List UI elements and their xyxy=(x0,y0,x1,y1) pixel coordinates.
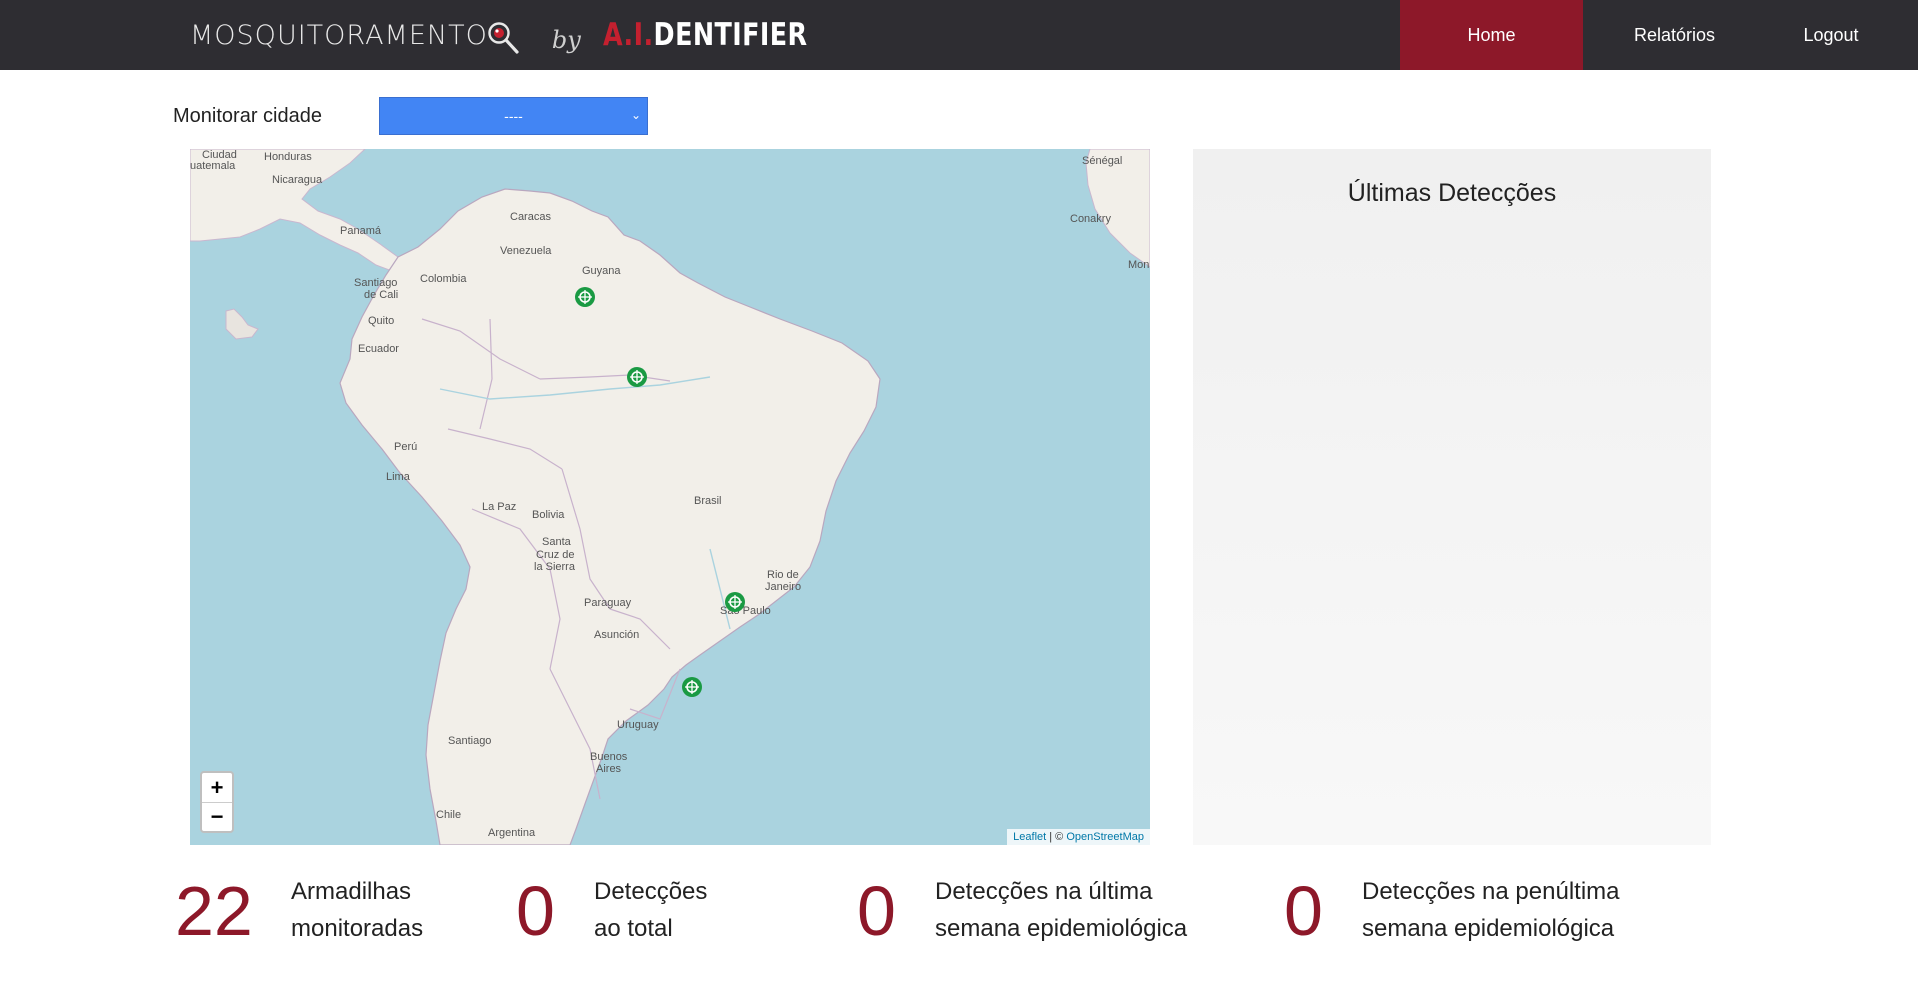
label-guyana: Guyana xyxy=(582,265,621,277)
brand-by: by xyxy=(551,26,581,54)
zoom-in-button[interactable]: + xyxy=(202,773,232,802)
label-chile: Chile xyxy=(436,809,462,821)
aidentifier-logo-red: A.I. xyxy=(602,17,654,53)
label-paraguay: Paraguay xyxy=(584,597,632,609)
stat-last-week-label-line1: Detecções na última xyxy=(935,878,1153,905)
label-lapaz: La Paz xyxy=(482,501,517,513)
label-brasil: Brasil xyxy=(694,495,722,507)
label-santacruz-1: Santa xyxy=(542,536,571,548)
label-rio-2: Janeiro xyxy=(765,581,802,593)
stat-penultimate-week-label: Detecções na penúltima semana epidemioló… xyxy=(1362,873,1619,947)
label-guatemala: uatemala xyxy=(190,160,236,172)
latest-detections-panel: Últimas Detecções xyxy=(1193,149,1711,845)
nav-home[interactable]: Home xyxy=(1400,0,1583,70)
label-nicaragua: Nicaragua xyxy=(272,174,323,186)
label-mon: Mon xyxy=(1128,259,1150,271)
label-santiago-cali-1: Santiago xyxy=(354,277,398,289)
stat-total-label-line2: ao total xyxy=(594,915,673,942)
map-labels: Ciudad uatemala Honduras Nicaragua Panam… xyxy=(190,149,1150,845)
stat-total-label-line1: Detecções xyxy=(594,878,708,905)
aidentifier-logo: A.I.DENTIFIER xyxy=(603,17,808,53)
label-rio-1: Rio de xyxy=(767,569,799,581)
city-filter-label: Monitorar cidade xyxy=(173,105,322,127)
label-honduras: Honduras xyxy=(264,151,312,163)
stat-last-week-label-line2: semana epidemiológica xyxy=(935,915,1188,942)
stat-traps-label-line1: Armadilhas xyxy=(291,878,412,905)
label-senegal: Sénégal xyxy=(1082,155,1123,167)
stat-penultimate-week-label-line1: Detecções na penúltima xyxy=(1362,878,1620,905)
leaflet-link[interactable]: Leaflet xyxy=(1013,831,1046,843)
label-caracas: Caracas xyxy=(510,211,551,223)
label-santiago: Santiago xyxy=(448,735,492,747)
stat-traps-label: Armadilhas monitoradas xyxy=(291,873,423,947)
label-bolivia: Bolivia xyxy=(532,509,565,521)
aidentifier-logo-white: DENTIFIER xyxy=(653,17,808,53)
navbar: MOSQUITORAMENTO by A.I.DENTIFIER Home Re… xyxy=(0,0,1918,70)
label-colombia: Colombia xyxy=(420,273,467,285)
nav-logout[interactable]: Logout xyxy=(1766,0,1918,70)
map-attribution: Leaflet | © OpenStreetMap xyxy=(1007,829,1150,845)
nav-menu: Home Relatórios Logout xyxy=(1400,0,1918,70)
label-santacruz-2: Cruz de xyxy=(536,549,575,561)
label-saopaulo: São Paulo xyxy=(720,605,771,617)
city-select-value: ---- xyxy=(504,108,523,124)
stat-last-week-label: Detecções na última semana epidemiológic… xyxy=(935,873,1187,947)
label-buenosaires-1: Buenos xyxy=(590,751,628,763)
stat-traps-label-line2: monitoradas xyxy=(291,915,424,942)
label-buenosaires-2: Aires xyxy=(596,763,622,775)
stat-traps-value: 22 xyxy=(175,872,253,950)
magnifier-icon xyxy=(488,22,519,54)
brand-name: MOSQUITORAMENTO xyxy=(190,19,488,51)
label-panama: Panamá xyxy=(340,225,381,237)
label-venezuela: Venezuela xyxy=(500,245,552,257)
label-santacruz-3: la Sierra xyxy=(534,561,575,573)
stat-total-label: Detecções ao total xyxy=(594,873,707,947)
city-select[interactable]: ---- ⌄ xyxy=(379,97,648,135)
label-quito: Quito xyxy=(368,315,395,327)
stat-penultimate-week-label-line2: semana epidemiológica xyxy=(1362,915,1615,942)
openstreetmap-link[interactable]: OpenStreetMap xyxy=(1066,831,1144,843)
brand-logo[interactable]: MOSQUITORAMENTO by A.I.DENTIFIER xyxy=(190,12,852,58)
panel-title: Últimas Detecções xyxy=(1347,179,1557,207)
nav-relatorios[interactable]: Relatórios xyxy=(1583,0,1766,70)
label-santiago-cali-2: de Cali xyxy=(364,289,399,301)
label-argentina: Argentina xyxy=(488,827,536,839)
label-conakry: Conakry xyxy=(1070,213,1111,225)
label-uruguay: Uruguay xyxy=(617,719,659,731)
stat-penultimate-week-value: 0 xyxy=(1284,872,1323,950)
label-asuncion: Asunción xyxy=(594,629,640,641)
label-peru: Perú xyxy=(394,441,418,453)
label-ecuador: Ecuador xyxy=(358,343,399,355)
chevron-down-icon: ⌄ xyxy=(630,108,641,122)
zoom-control: + − xyxy=(200,771,234,833)
attribution-separator: | © xyxy=(1046,831,1067,843)
label-lima: Lima xyxy=(386,471,410,483)
stat-total-value: 0 xyxy=(516,872,555,950)
stat-last-week-value: 0 xyxy=(857,872,896,950)
map[interactable]: Ciudad uatemala Honduras Nicaragua Panam… xyxy=(190,149,1150,845)
zoom-out-button[interactable]: − xyxy=(202,802,232,831)
